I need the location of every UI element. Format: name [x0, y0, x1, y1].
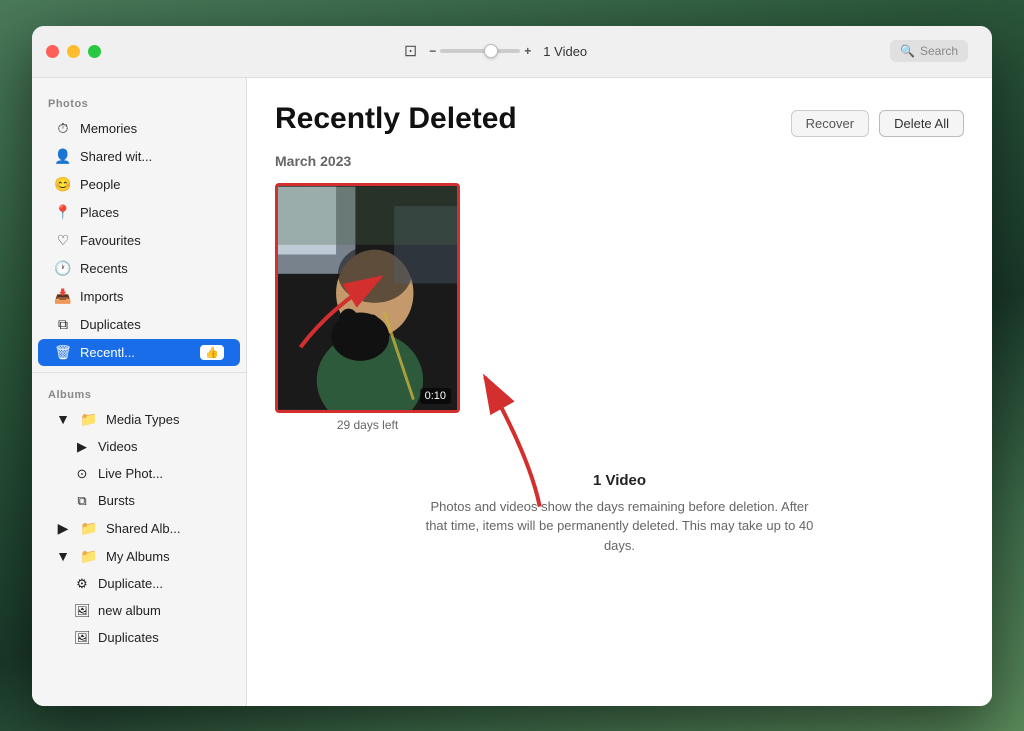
- sidebar-item-places[interactable]: 📍 Places: [38, 199, 240, 226]
- people-label: People: [80, 177, 120, 192]
- new-album-icon: 🖼: [74, 603, 90, 619]
- my-albums-icon: 📁: [80, 548, 98, 565]
- sidebar-item-live-photos[interactable]: ⊙ Live Phot...: [38, 461, 240, 487]
- zoom-slider-container: − +: [429, 44, 531, 58]
- info-section: 1 Video Photos and videos show the days …: [420, 472, 820, 556]
- expand-icon: ▼: [54, 411, 72, 427]
- live-photos-icon: ⊙: [74, 466, 90, 482]
- page-title: Recently Deleted: [275, 102, 517, 136]
- delete-all-button[interactable]: Delete All: [879, 110, 964, 137]
- shared-icon: 👤: [54, 148, 72, 165]
- sidebar-item-duplicates2[interactable]: 🖼 Duplicates: [38, 625, 240, 651]
- zoom-in-icon: +: [524, 44, 531, 58]
- zoom-out-icon: −: [429, 44, 436, 58]
- bursts-icon: ⧉: [74, 493, 90, 509]
- toolbar: ⊡ − + 1 Video: [101, 41, 890, 61]
- shared-albums-icon: 📁: [80, 520, 98, 537]
- search-icon: 🔍: [900, 44, 915, 58]
- sidebar-item-duplicates[interactable]: ⧉ Duplicates: [38, 311, 240, 338]
- sidebar-item-shared-albums[interactable]: ▶ 📁 Shared Alb...: [38, 515, 240, 542]
- imports-icon: 📥: [54, 288, 72, 305]
- duplicates2-icon: 🖼: [74, 630, 90, 646]
- app-window: ⊡ − + 1 Video 🔍 Search Photos ⏱ Memories: [32, 26, 992, 706]
- media-types-icon: 📁: [80, 411, 98, 428]
- videos-label: Videos: [98, 439, 138, 454]
- duplicate-album-label: Duplicate...: [98, 576, 163, 591]
- video-icon: ▶: [74, 439, 90, 455]
- video-count-label: 1 Video: [543, 44, 587, 59]
- memories-icon: ⏱: [54, 120, 72, 137]
- sidebar-item-memories[interactable]: ⏱ Memories: [38, 115, 240, 142]
- my-albums-label: My Albums: [106, 549, 170, 564]
- sidebar-item-my-albums[interactable]: ▼ 📁 My Albums: [38, 543, 240, 570]
- sidebar-item-videos[interactable]: ▶ Videos: [38, 434, 240, 460]
- search-bar[interactable]: 🔍 Search: [890, 40, 968, 62]
- shared-albums-label: Shared Alb...: [106, 521, 180, 536]
- search-label: Search: [920, 44, 958, 58]
- photo-svg: [278, 186, 457, 410]
- shared-label: Shared wit...: [80, 149, 152, 164]
- info-title: 1 Video: [420, 472, 820, 489]
- favourites-icon: ♡: [54, 232, 72, 249]
- photos-section-label: Photos: [32, 88, 246, 114]
- memories-label: Memories: [80, 121, 137, 136]
- sidebar-item-people[interactable]: 😊 People: [38, 171, 240, 198]
- bursts-label: Bursts: [98, 493, 135, 508]
- sidebar-item-recently-deleted[interactable]: 🗑 Recentl... 👍: [38, 339, 240, 366]
- header-buttons: Recover Delete All: [791, 110, 964, 137]
- my-albums-expand-icon: ▼: [54, 548, 72, 564]
- sidebar-item-shared[interactable]: 👤 Shared wit...: [38, 143, 240, 170]
- slider-thumb: [484, 44, 498, 58]
- maximize-button[interactable]: [88, 45, 101, 58]
- minimize-button[interactable]: [67, 45, 80, 58]
- trash-icon: 🗑: [54, 344, 72, 361]
- title-bar: ⊡ − + 1 Video 🔍 Search: [32, 26, 992, 78]
- people-icon: 😊: [54, 176, 72, 193]
- new-album-label: new album: [98, 603, 161, 618]
- recover-button[interactable]: Recover: [791, 110, 869, 137]
- window-inner: Photos ⏱ Memories 👤 Shared wit... 😊 Peop…: [32, 78, 992, 706]
- traffic-lights: [46, 45, 101, 58]
- content-area: Recently Deleted Recover Delete All Marc…: [247, 78, 992, 706]
- photo-thumb: 0:10: [275, 183, 460, 413]
- favourites-label: Favourites: [80, 233, 141, 248]
- media-types-label: Media Types: [106, 412, 179, 427]
- places-icon: 📍: [54, 204, 72, 221]
- content-header: Recently Deleted Recover Delete All: [275, 102, 964, 137]
- duplicates-icon: ⧉: [54, 316, 72, 333]
- imports-label: Imports: [80, 289, 123, 304]
- albums-section-label: Albums: [32, 379, 246, 405]
- info-text: Photos and videos show the days remainin…: [420, 497, 820, 556]
- recently-deleted-label: Recentl...: [80, 345, 135, 360]
- zoom-slider[interactable]: [440, 49, 520, 53]
- recently-deleted-badge: 👍: [200, 345, 224, 360]
- sidebar-item-recents[interactable]: 🕐 Recents: [38, 255, 240, 282]
- photo-caption: 29 days left: [275, 418, 460, 432]
- photo-thumb-inner: [278, 186, 457, 410]
- live-photos-label: Live Phot...: [98, 466, 163, 481]
- photo-item[interactable]: 0:10 29 days left: [275, 183, 460, 432]
- sidebar-item-duplicate-album[interactable]: ⚙ Duplicate...: [38, 571, 240, 597]
- photo-grid: 0:10 29 days left: [275, 183, 964, 432]
- close-button[interactable]: [46, 45, 59, 58]
- sidebar-item-favourites[interactable]: ♡ Favourites: [38, 227, 240, 254]
- collapsed-icon: ▶: [54, 520, 72, 537]
- sidebar-item-bursts[interactable]: ⧉ Bursts: [38, 488, 240, 514]
- gear-icon: ⚙: [74, 576, 90, 592]
- recents-icon: 🕐: [54, 260, 72, 277]
- duplicates2-label: Duplicates: [98, 630, 159, 645]
- video-duration: 0:10: [420, 388, 451, 404]
- view-icon: ⊡: [404, 41, 417, 61]
- recents-label: Recents: [80, 261, 128, 276]
- sidebar-item-new-album[interactable]: 🖼 new album: [38, 598, 240, 624]
- sidebar-item-media-types[interactable]: ▼ 📁 Media Types: [38, 406, 240, 433]
- sidebar: Photos ⏱ Memories 👤 Shared wit... 😊 Peop…: [32, 78, 247, 706]
- section-date: March 2023: [275, 153, 964, 169]
- duplicates-label: Duplicates: [80, 317, 141, 332]
- sidebar-divider: [32, 372, 246, 373]
- places-label: Places: [80, 205, 119, 220]
- sidebar-item-imports[interactable]: 📥 Imports: [38, 283, 240, 310]
